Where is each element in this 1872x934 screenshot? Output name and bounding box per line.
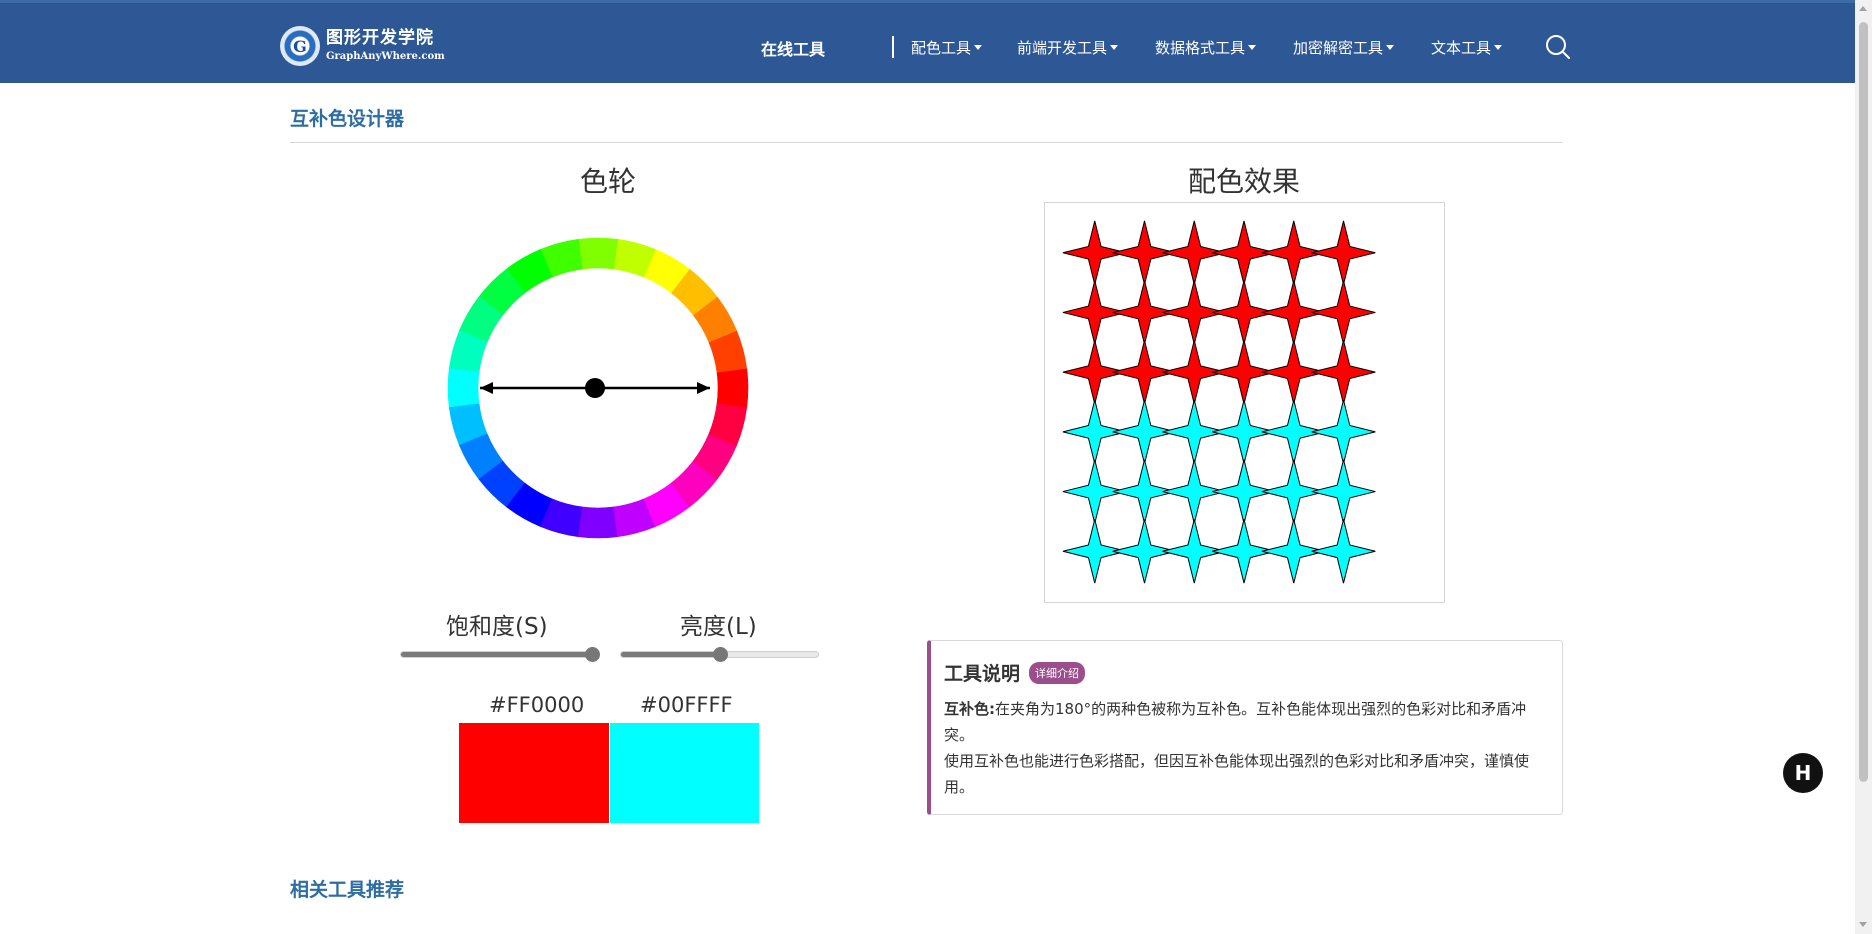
nav-crypto-tools[interactable]: 加密解密工具 bbox=[1293, 37, 1395, 58]
lightness-label: 亮度(L) bbox=[680, 614, 757, 640]
info-title: 工具说明 bbox=[944, 663, 1021, 685]
top-navbar: G 图形开发学院 GraphAnyWhere.com 在线工具 配色工具 前端开… bbox=[0, 0, 1855, 83]
color-effect-preview bbox=[1044, 202, 1445, 603]
title-divider bbox=[290, 142, 1563, 143]
pattern-star bbox=[1311, 459, 1376, 524]
wheel-segment[interactable] bbox=[578, 506, 618, 539]
pattern-star bbox=[1311, 519, 1376, 584]
chevron-down-icon bbox=[1248, 45, 1257, 50]
saturation-thumb[interactable] bbox=[585, 647, 600, 662]
wheel-segment[interactable] bbox=[447, 368, 480, 408]
info-body: 互补色:在夹角为180°的两种色被称为互补色。互补色能体现出强烈的色彩对比和矛盾… bbox=[944, 696, 1550, 800]
lightness-fill bbox=[621, 652, 720, 657]
lightness-thumb[interactable] bbox=[712, 647, 728, 662]
tool-info-card: 工具说明 详细介绍 互补色:在夹角为180°的两种色被称为互补色。互补色能体现出… bbox=[927, 640, 1563, 815]
logo-title: 图形开发学院 bbox=[326, 28, 434, 48]
info-term: 互补色: bbox=[944, 700, 995, 718]
wheel-center-handle[interactable] bbox=[585, 378, 605, 398]
color-wheel-heading: 色轮 bbox=[580, 165, 637, 198]
assistant-icon[interactable]: H bbox=[1783, 753, 1823, 793]
lightness-slider[interactable] bbox=[620, 647, 819, 662]
site-logo[interactable]: G 图形开发学院 GraphAnyWhere.com bbox=[280, 23, 445, 69]
logo-globe-icon: G bbox=[280, 26, 320, 66]
nav-divider bbox=[892, 36, 894, 58]
nav-data-format-tools[interactable]: 数据格式工具 bbox=[1155, 37, 1257, 58]
page-title: 互补色设计器 bbox=[290, 108, 405, 130]
arrow-right-icon[interactable] bbox=[697, 382, 710, 394]
effect-heading: 配色效果 bbox=[1188, 165, 1301, 198]
scroll-down-icon[interactable] bbox=[1859, 922, 1867, 927]
scroll-thumb[interactable] bbox=[1859, 22, 1868, 782]
primary-color-swatch[interactable] bbox=[459, 723, 609, 823]
complement-color-swatch[interactable] bbox=[610, 723, 759, 823]
pattern-star bbox=[1311, 220, 1376, 285]
saturation-label: 饱和度(S) bbox=[446, 614, 548, 640]
nav-color-tools[interactable]: 配色工具 bbox=[911, 37, 983, 58]
primary-hex-label: #FF0000 bbox=[489, 693, 585, 717]
details-badge[interactable]: 详细介绍 bbox=[1029, 661, 1086, 684]
chevron-down-icon bbox=[974, 45, 983, 50]
chevron-down-icon bbox=[1110, 45, 1119, 50]
pattern-star bbox=[1311, 280, 1376, 345]
chevron-down-icon bbox=[1494, 45, 1503, 50]
wheel-segment[interactable] bbox=[578, 237, 618, 270]
pattern-star bbox=[1311, 340, 1376, 405]
arrow-left-icon[interactable] bbox=[480, 382, 493, 394]
chevron-down-icon bbox=[1386, 45, 1395, 50]
nav-frontend-tools[interactable]: 前端开发工具 bbox=[1017, 37, 1119, 58]
saturation-fill bbox=[401, 652, 592, 657]
nav-online-tools[interactable]: 在线工具 bbox=[761, 36, 825, 60]
saturation-slider[interactable] bbox=[400, 647, 600, 662]
info-line-1: 在夹角为180°的两种色被称为互补色。互补色能体现出强烈的色彩对比和矛盾冲突。 bbox=[944, 700, 1527, 744]
scrollbar[interactable] bbox=[1855, 0, 1872, 934]
pattern-star bbox=[1311, 399, 1376, 464]
scroll-up-icon[interactable] bbox=[1859, 6, 1867, 11]
info-line-2: 使用互补色也能进行色彩搭配，但因互补色能体现出强烈的色彩对比和矛盾冲突，谨慎使用… bbox=[944, 752, 1530, 796]
related-tools-heading: 相关工具推荐 bbox=[290, 879, 405, 901]
search-icon[interactable] bbox=[1545, 34, 1571, 60]
wheel-segment[interactable] bbox=[716, 368, 749, 408]
color-wheel[interactable] bbox=[445, 235, 751, 541]
complement-hex-label: #00FFFF bbox=[640, 693, 733, 717]
logo-subtitle: GraphAnyWhere.com bbox=[326, 51, 445, 62]
nav-text-tools[interactable]: 文本工具 bbox=[1431, 37, 1503, 58]
